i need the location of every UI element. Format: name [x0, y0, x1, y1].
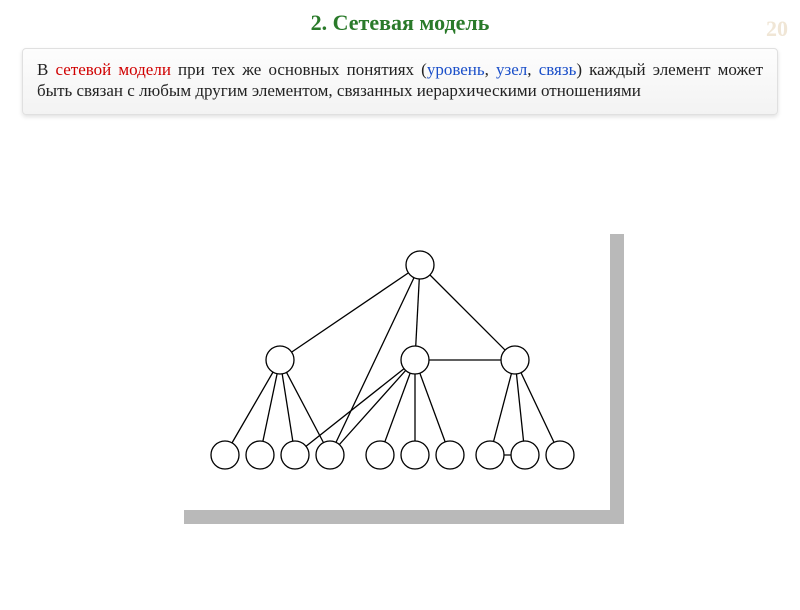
graph-edge — [490, 360, 515, 455]
network-diagram — [170, 220, 630, 530]
graph-node — [511, 441, 539, 469]
graph-node — [316, 441, 344, 469]
graph-edge — [280, 265, 420, 360]
graph-edge — [225, 360, 280, 455]
desc-text: , — [527, 60, 538, 79]
desc-text: при тех же основных понятиях ( — [171, 60, 427, 79]
desc-text: В — [37, 60, 55, 79]
desc-hl-network-model: сетевой модели — [55, 60, 170, 79]
desc-hl-level: уровень — [427, 60, 485, 79]
graph-node — [366, 441, 394, 469]
graph-node — [401, 441, 429, 469]
graph-edge — [330, 360, 415, 455]
graph-edge — [415, 360, 450, 455]
desc-text: , — [485, 60, 496, 79]
network-svg — [170, 220, 610, 510]
graph-node — [266, 346, 294, 374]
page-number: 20 — [766, 16, 788, 42]
graph-edge — [420, 265, 515, 360]
graph-node — [281, 441, 309, 469]
graph-node — [246, 441, 274, 469]
graph-node — [436, 441, 464, 469]
graph-node — [501, 346, 529, 374]
page-title: 2. Сетевая модель — [0, 10, 800, 36]
description-box: В сетевой модели при тех же основных пон… — [22, 48, 778, 115]
graph-node — [476, 441, 504, 469]
graph-node — [546, 441, 574, 469]
graph-node — [406, 251, 434, 279]
graph-node — [401, 346, 429, 374]
desc-hl-link: связь — [539, 60, 577, 79]
graph-node — [211, 441, 239, 469]
desc-hl-node: узел — [496, 60, 527, 79]
